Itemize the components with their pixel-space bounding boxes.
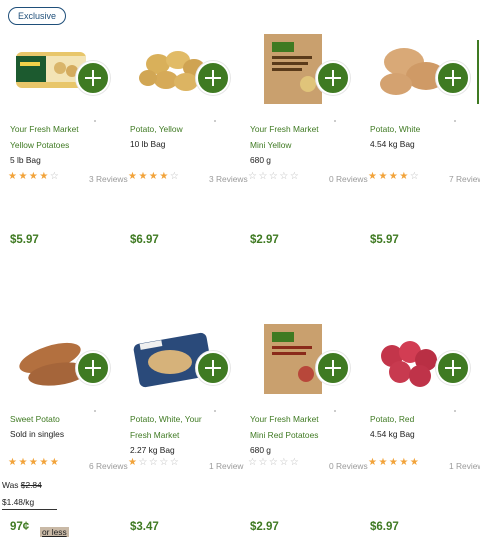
product-size: Sold in singles bbox=[10, 429, 65, 439]
unit-price: $1.48/kg bbox=[2, 497, 35, 507]
product-price: $2.97 bbox=[250, 234, 279, 246]
divider-mark bbox=[214, 120, 216, 122]
divider-mark bbox=[454, 120, 456, 122]
divider-line bbox=[2, 509, 57, 510]
product-size: 2.27 kg Bag bbox=[130, 445, 175, 455]
was-price: Was $2.84 bbox=[2, 480, 42, 490]
star-rating: ★★★★☆ bbox=[8, 171, 61, 182]
product-size: 4.54 kg Bag bbox=[370, 139, 415, 149]
product-card[interactable]: Potato, Yellow 10 lb Bag ★★★★☆ 3 Reviews… bbox=[128, 0, 248, 270]
product-card[interactable]: Your Fresh Market Yellow Potatoes 5 lb Ba… bbox=[8, 0, 128, 270]
product-price: $6.97 bbox=[130, 234, 159, 246]
product-name[interactable]: Potato, Red bbox=[370, 411, 454, 427]
star-rating: ★★★★☆ bbox=[128, 171, 181, 182]
add-to-cart-button[interactable] bbox=[196, 351, 230, 385]
product-name[interactable]: Potato, Yellow bbox=[130, 121, 214, 137]
product-price: $2.97 bbox=[250, 521, 279, 533]
reviews-link[interactable]: 0 Reviews bbox=[329, 461, 369, 471]
add-to-cart-button[interactable] bbox=[76, 351, 110, 385]
add-to-cart-button[interactable] bbox=[76, 61, 110, 95]
star-rating: ☆☆☆☆☆ bbox=[248, 171, 301, 182]
star-rating: ☆☆☆☆☆ bbox=[248, 457, 301, 468]
add-to-cart-button[interactable] bbox=[316, 351, 350, 385]
product-card[interactable]: Potato, Red 4.54 kg Bag ★★★★★ 1 Review $… bbox=[368, 290, 480, 560]
product-card[interactable]: Your Fresh Market Mini Red Potatoes 680 g… bbox=[248, 290, 368, 560]
product-price: $6.97 bbox=[370, 521, 399, 533]
product-name[interactable]: Your Fresh Market Yellow Potatoes bbox=[10, 121, 94, 153]
product-name[interactable]: Potato, White bbox=[370, 121, 454, 137]
reviews-link[interactable]: 6 Reviews bbox=[89, 461, 129, 471]
product-name[interactable]: Your Fresh Market Mini Yellow bbox=[250, 121, 334, 153]
reviews-link[interactable]: 1 Review bbox=[449, 461, 480, 471]
product-card[interactable]: Sweet Potato Sold in singles ★★★★★ 6 Rev… bbox=[8, 290, 128, 560]
star-rating: ★☆☆☆☆ bbox=[128, 457, 181, 468]
reviews-link[interactable]: 3 Reviews bbox=[89, 174, 129, 184]
product-price: $5.97 bbox=[370, 234, 399, 246]
product-name[interactable]: Potato, White, Your Fresh Market bbox=[130, 411, 214, 443]
product-name[interactable]: Your Fresh Market Mini Red Potatoes bbox=[250, 411, 334, 443]
divider-mark bbox=[454, 410, 456, 412]
add-to-cart-button[interactable] bbox=[316, 61, 350, 95]
reviews-link[interactable]: 3 Reviews bbox=[209, 174, 249, 184]
price-suffix: or less bbox=[40, 527, 69, 537]
star-rating: ★★★★☆ bbox=[368, 171, 421, 182]
product-price: $3.47 bbox=[130, 521, 159, 533]
add-to-cart-button[interactable] bbox=[196, 61, 230, 95]
reviews-link[interactable]: 0 Reviews bbox=[329, 174, 369, 184]
add-to-cart-button[interactable] bbox=[436, 351, 470, 385]
add-to-cart-button[interactable] bbox=[436, 61, 470, 95]
product-size: 5 lb Bag bbox=[10, 155, 41, 165]
star-rating: ★★★★★ bbox=[368, 457, 421, 468]
product-card[interactable]: Your Fresh Market Mini Yellow 680 g ☆☆☆☆☆… bbox=[248, 0, 368, 270]
divider-mark bbox=[94, 410, 96, 412]
product-price: 97¢ bbox=[10, 521, 30, 533]
divider-mark bbox=[94, 120, 96, 122]
product-price: $5.97 bbox=[10, 234, 39, 246]
reviews-link[interactable]: 1 Review bbox=[209, 461, 249, 471]
star-rating: ★★★★★ bbox=[8, 457, 61, 468]
product-size: 680 g bbox=[250, 155, 271, 165]
divider-mark bbox=[334, 120, 336, 122]
product-size: 10 lb Bag bbox=[130, 139, 166, 149]
product-card[interactable]: Potato, White 4.54 kg Bag ★★★★☆ 7 Review… bbox=[368, 0, 480, 270]
product-name[interactable]: Sweet Potato bbox=[10, 411, 94, 427]
divider-mark bbox=[334, 410, 336, 412]
product-card[interactable]: Potato, White, Your Fresh Market 2.27 kg … bbox=[128, 290, 248, 560]
product-size: 680 g bbox=[250, 445, 271, 455]
product-size: 4.54 kg Bag bbox=[370, 429, 415, 439]
divider-mark bbox=[214, 410, 216, 412]
reviews-link[interactable]: 7 Reviews bbox=[449, 174, 480, 184]
